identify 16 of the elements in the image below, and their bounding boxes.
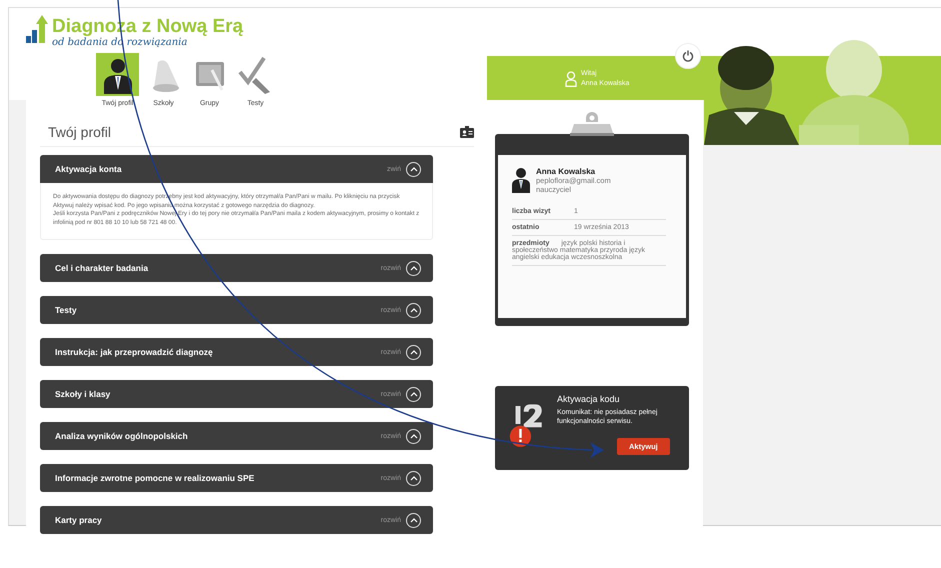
person-icon	[512, 167, 530, 193]
chevron-icon[interactable]	[406, 162, 421, 176]
chevron-icon[interactable]	[406, 386, 421, 402]
power-icon	[682, 50, 694, 62]
profile-name: Anna Kowalska	[536, 167, 596, 176]
logout-button[interactable]	[675, 43, 701, 69]
chevron-icon[interactable]	[406, 470, 421, 486]
chevron-icon[interactable]	[406, 302, 421, 318]
chevron-icon[interactable]	[406, 344, 421, 360]
activation-title: Aktywacja kodu	[557, 394, 621, 404]
chevron-icon[interactable]	[406, 512, 421, 528]
id-card-icon[interactable]	[460, 126, 474, 138]
chevron-icon[interactable]	[406, 260, 421, 276]
page-title: Twój profil	[48, 124, 112, 140]
chevron-icon[interactable]	[406, 428, 421, 444]
user-icon	[565, 71, 577, 87]
